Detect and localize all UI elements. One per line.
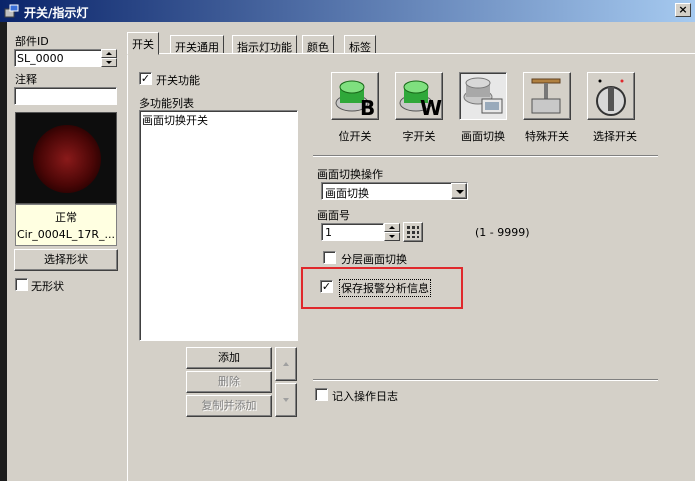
comment-label: 注释	[15, 73, 37, 86]
status-text: 正常	[55, 211, 77, 224]
delete-button[interactable]: 删除	[186, 371, 272, 393]
select-shape-button[interactable]: 选择形状	[14, 249, 118, 271]
chevron-down-icon[interactable]	[451, 183, 467, 199]
screen-no-label: 画面号	[317, 209, 350, 222]
word-switch-icon: W	[399, 80, 442, 120]
shape-preview	[15, 112, 117, 204]
keypad-button[interactable]	[403, 222, 423, 242]
spin-up-icon[interactable]	[384, 223, 400, 232]
svg-text:W: W	[420, 96, 442, 119]
part-id-label: 部件ID	[15, 35, 49, 48]
switch-function-label: 开关功能	[156, 74, 200, 87]
bit-switch-label: 位开关	[338, 130, 372, 143]
move-up-button[interactable]	[275, 347, 297, 381]
bit-switch-button[interactable]: B	[331, 72, 379, 120]
selector-switch-icon	[596, 79, 626, 116]
multi-list-label: 多功能列表	[139, 97, 194, 110]
layered-checkbox[interactable]	[323, 251, 336, 264]
log-label: 记入操作日志	[332, 390, 398, 403]
background-strip	[0, 22, 7, 481]
no-shape-checkbox[interactable]	[15, 278, 28, 291]
switch-function-checkbox[interactable]: ✓	[139, 72, 152, 85]
save-alarm-checkbox[interactable]: ✓	[320, 280, 333, 293]
tab-switch-common[interactable]: 开关通用	[170, 35, 224, 54]
part-id-field[interactable]: SL_0000	[14, 49, 102, 67]
shape-info-box: 正常 Cir_0004L_17R_...	[15, 204, 117, 246]
operation-select[interactable]: 画面切换	[321, 182, 468, 200]
app-icon	[4, 4, 19, 18]
special-switch-icon	[531, 78, 561, 114]
screen-no-input[interactable]: 1	[321, 223, 384, 241]
operation-label: 画面切换操作	[317, 168, 383, 181]
special-switch-label: 特殊开关	[525, 130, 569, 143]
special-switch-button[interactable]	[523, 72, 571, 120]
tab-color[interactable]: 颜色	[302, 35, 334, 54]
arrow-down-icon	[283, 398, 289, 402]
word-switch-label: 字开关	[402, 130, 436, 143]
selector-switch-label: 选择开关	[593, 130, 637, 143]
list-item[interactable]: 画面切换开关	[142, 112, 208, 128]
save-alarm-label: 保存报警分析信息	[339, 279, 431, 297]
keypad-icon	[407, 226, 419, 238]
spin-down-icon[interactable]	[101, 58, 117, 67]
spin-down-icon[interactable]	[384, 232, 400, 241]
shape-name: Cir_0004L_17R_...	[16, 228, 115, 241]
selector-switch-button[interactable]	[587, 72, 635, 120]
arrow-up-icon	[283, 362, 289, 366]
divider	[313, 379, 658, 381]
divider	[313, 155, 658, 157]
word-switch-button[interactable]: W	[395, 72, 443, 120]
screen-change-button[interactable]	[459, 72, 507, 120]
screen-change-icon	[463, 77, 503, 114]
range-text: (1 - 9999)	[475, 226, 530, 239]
screen-change-label: 画面切换	[461, 130, 505, 143]
bit-switch-icon: B	[335, 80, 375, 120]
tab-indicator-function[interactable]: 指示灯功能	[232, 35, 297, 54]
copy-add-button[interactable]: 复制并添加	[186, 395, 272, 417]
svg-text:B: B	[360, 96, 375, 119]
screen-no-spinner[interactable]	[384, 223, 400, 241]
no-shape-label: 无形状	[31, 280, 64, 293]
window-title: 开关/指示灯	[24, 6, 89, 20]
move-down-button[interactable]	[275, 383, 297, 417]
log-checkbox[interactable]	[315, 388, 328, 401]
function-list[interactable]: 画面切换开关	[139, 110, 298, 341]
title-bar: 开关/指示灯 ×	[0, 0, 695, 22]
comment-input[interactable]	[14, 87, 117, 105]
close-button[interactable]: ×	[675, 3, 691, 17]
spin-up-icon[interactable]	[101, 49, 117, 58]
add-button[interactable]: 添加	[186, 347, 272, 369]
part-id-spinner[interactable]	[101, 49, 117, 67]
layered-label: 分层画面切换	[341, 253, 407, 266]
tab-switch[interactable]: 开关	[127, 32, 159, 55]
lamp-icon	[33, 125, 101, 193]
tab-label[interactable]: 标签	[344, 35, 376, 54]
